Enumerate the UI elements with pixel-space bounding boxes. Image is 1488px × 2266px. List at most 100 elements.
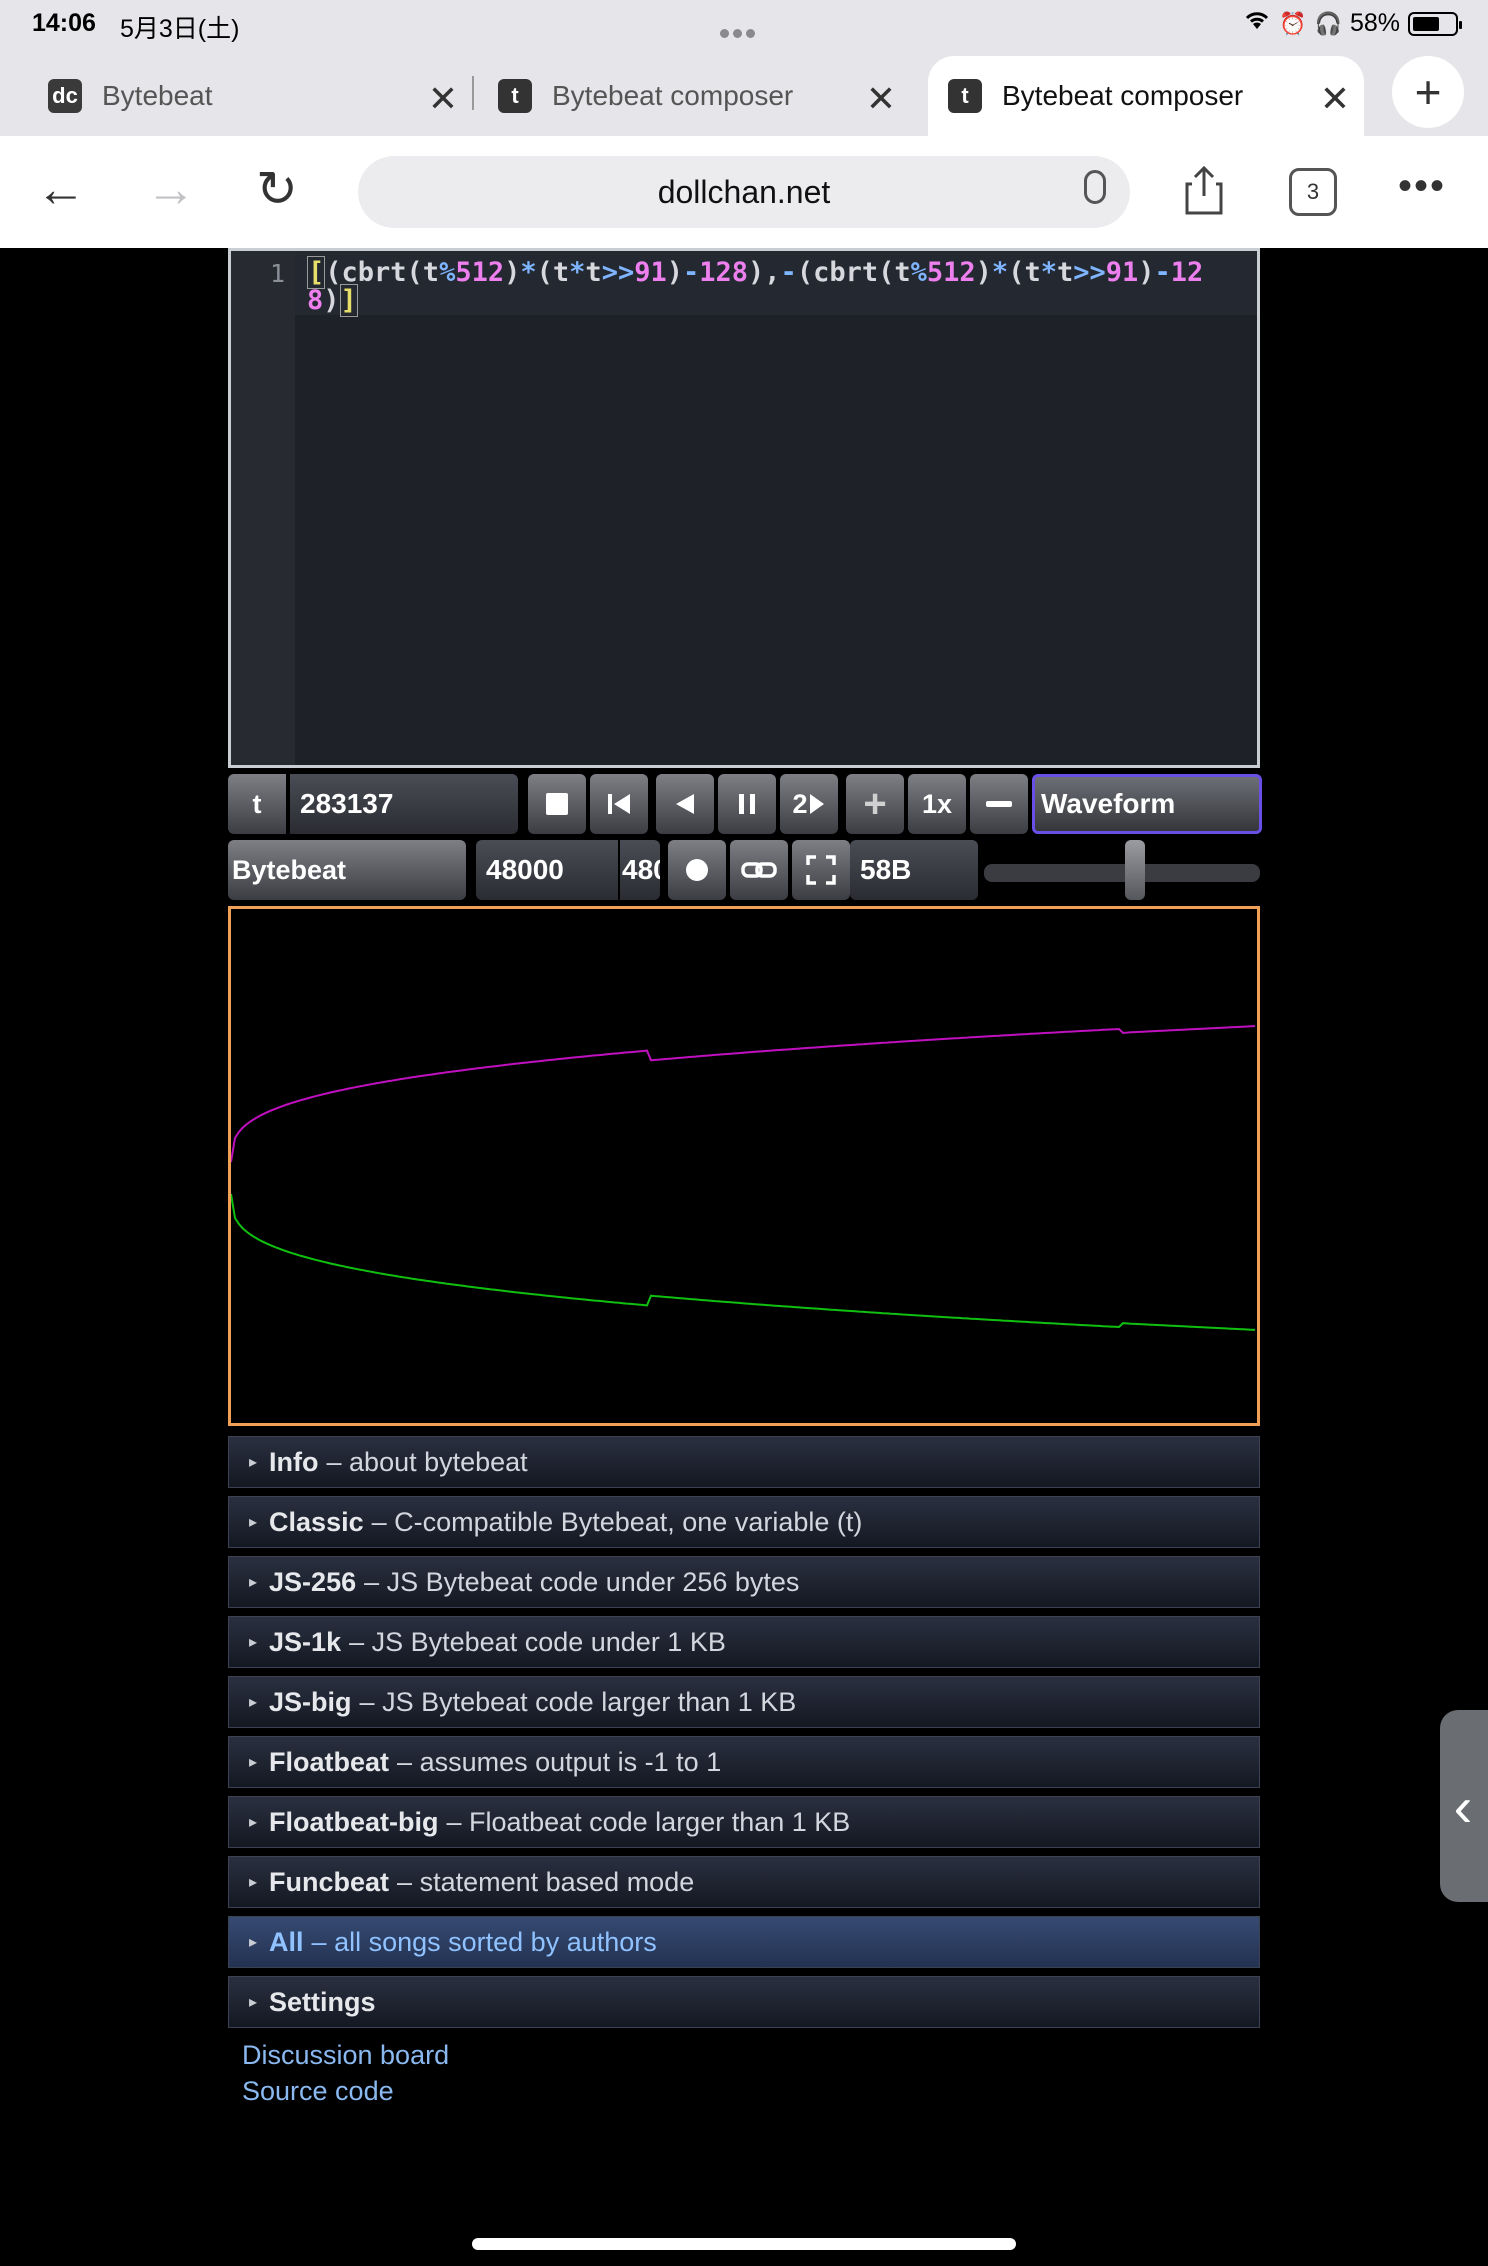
waveform-right-channel (230, 1193, 1256, 1331)
tab-bytebeat-composer-1[interactable]: t Bytebeat composer ✕ (498, 56, 896, 136)
discussion-board-link[interactable]: Discussion board (242, 2040, 449, 2071)
microphone-icon[interactable] (1084, 170, 1106, 204)
line-number: 1 (269, 259, 285, 288)
expand-triangle-icon: ▸ (249, 1994, 258, 2011)
time-unit-button[interactable]: t (228, 774, 286, 834)
battery-icon (1408, 11, 1462, 36)
skip-back-icon (608, 794, 630, 814)
copy-link-button[interactable] (730, 840, 788, 900)
time-input[interactable]: 283137 (290, 774, 518, 834)
library-item-settings[interactable]: ▸ Settings (228, 1976, 1260, 2028)
tab-count-button[interactable]: 3 (1289, 168, 1337, 216)
close-tab-icon[interactable]: ✕ (1320, 78, 1350, 120)
chevron-left-icon: ‹ (1453, 1774, 1473, 1838)
address-bar[interactable]: dollchan.net (358, 156, 1130, 228)
waveform-canvas[interactable] (228, 906, 1260, 1426)
play-reverse-button[interactable] (656, 774, 714, 834)
library-item-js-256[interactable]: ▸ JS-256 – JS Bytebeat code under 256 byt… (228, 1556, 1260, 1608)
tab-bytebeat-composer-active[interactable]: t Bytebeat composer ✕ (928, 56, 1364, 136)
tab-title: Bytebeat (102, 80, 213, 111)
mode-select[interactable]: Bytebeat (228, 840, 466, 900)
tab-separator (472, 76, 474, 110)
t-favicon-icon: t (498, 79, 532, 113)
stop-icon (546, 793, 568, 815)
plus-icon: + (863, 781, 887, 826)
tab-title: Bytebeat composer (552, 80, 794, 111)
waveform-left-channel (230, 1025, 1256, 1163)
expand-triangle-icon: ▸ (249, 1694, 258, 1711)
library-item-desc: – all songs sorted by authors (311, 1926, 657, 1957)
library-item-name: All (269, 1926, 304, 1957)
close-tab-icon[interactable]: ✕ (428, 78, 458, 120)
home-indicator[interactable] (472, 2238, 1016, 2250)
headphones-icon: 🎧 (1314, 10, 1342, 36)
play-forward-button[interactable]: 2 (780, 774, 838, 834)
library-item-classic[interactable]: ▸ Classic – C-compatible Bytebeat, one va… (228, 1496, 1260, 1548)
library-item-all[interactable]: ▸ All – all songs sorted by authors (228, 1916, 1260, 1968)
library-item-desc: – about bytebeat (326, 1446, 528, 1477)
library-item-floatbeat-big[interactable]: ▸ Floatbeat-big – Floatbeat code larger t… (228, 1796, 1260, 1848)
zoom-out-button[interactable] (970, 774, 1028, 834)
reload-icon[interactable]: ↻ (256, 164, 298, 214)
library-item-funcbeat[interactable]: ▸ Funcbeat – statement based mode (228, 1856, 1260, 1908)
status-indicators: ⏰ 🎧 58% (1243, 9, 1462, 38)
battery-percent: 58% (1349, 9, 1400, 37)
library-item-js-big[interactable]: ▸ JS-big – JS Bytebeat code larger than 1… (228, 1676, 1260, 1728)
back-arrow-icon[interactable]: ← (36, 164, 86, 214)
code-text[interactable]: [(cbrt(t%512)*(t*t>>91)-128),-(cbrt(t%51… (307, 256, 1245, 317)
alarm-icon: ⏰ (1279, 10, 1307, 36)
library-item-floatbeat[interactable]: ▸ Floatbeat – assumes output is -1 to 1 (228, 1736, 1260, 1788)
browser-toolbar: ← → ↻ dollchan.net 3 ••• (0, 136, 1488, 248)
link-icon (741, 862, 777, 878)
stop-button[interactable] (528, 774, 586, 834)
pause-button[interactable] (718, 774, 776, 834)
more-options-icon[interactable]: ••• (1398, 164, 1446, 209)
library-item-name: Funcbeat (269, 1866, 390, 1897)
sidebar-handle[interactable]: ‹ (1440, 1710, 1488, 1902)
multitasking-dots-icon[interactable] (720, 16, 759, 45)
forward-arrow-icon[interactable]: → (146, 164, 196, 214)
status-bar: 14:06 5月3日(土) ⏰ 🎧 58% (0, 0, 1488, 48)
close-tab-icon[interactable]: ✕ (866, 78, 896, 120)
library-item-name: JS-big (269, 1686, 352, 1717)
view-mode-select[interactable]: Waveform (1032, 774, 1262, 834)
sample-rate-select[interactable]: 480 (620, 840, 660, 900)
expand-triangle-icon: ▸ (249, 1634, 258, 1651)
record-icon (686, 859, 708, 881)
library-item-js-1k[interactable]: ▸ JS-1k – JS Bytebeat code under 1 KB (228, 1616, 1260, 1668)
code-editor[interactable]: 1 [(cbrt(t%512)*(t*t>>91)-128),-(cbrt(t%… (228, 248, 1260, 768)
library-item-name: JS-256 (269, 1566, 357, 1597)
library-item-desc: – Floatbeat code larger than 1 KB (446, 1806, 851, 1837)
library-item-name: Classic (269, 1506, 364, 1537)
record-button[interactable] (668, 840, 726, 900)
sample-rate-input[interactable]: 48000 (476, 840, 618, 900)
browser-chrome: 14:06 5月3日(土) ⏰ 🎧 58% dc Bytebeat ✕ t By… (0, 0, 1488, 136)
library-item-name: Floatbeat-big (269, 1806, 439, 1837)
t-favicon-icon: t (948, 79, 982, 113)
status-time: 14:06 (32, 9, 96, 37)
expand-triangle-icon: ▸ (249, 1874, 258, 1891)
share-icon[interactable] (1184, 164, 1224, 216)
expand-triangle-icon: ▸ (249, 1454, 258, 1471)
source-code-link[interactable]: Source code (242, 2076, 394, 2107)
new-tab-button[interactable]: + (1392, 56, 1464, 128)
fullscreen-button[interactable] (792, 840, 850, 900)
expand-triangle-icon: ▸ (249, 1934, 258, 1951)
wifi-icon (1243, 9, 1271, 38)
expand-triangle-icon: ▸ (249, 1514, 258, 1531)
library-item-name: JS-1k (269, 1626, 342, 1657)
tab-bytebeat[interactable]: dc Bytebeat ✕ (48, 56, 458, 136)
volume-slider[interactable] (984, 864, 1260, 882)
library-item-desc: – JS Bytebeat code larger than 1 KB (359, 1686, 797, 1717)
restart-button[interactable] (590, 774, 648, 834)
fullscreen-icon (806, 855, 836, 885)
volume-slider-handle[interactable] (1124, 840, 1145, 900)
dc-favicon-icon: dc (48, 79, 82, 113)
library-item-desc: – C-compatible Bytebeat, one variable (t… (371, 1506, 863, 1537)
library-item-desc: – assumes output is -1 to 1 (397, 1746, 722, 1777)
url-text: dollchan.net (657, 173, 831, 210)
library-item-desc: – statement based mode (397, 1866, 695, 1897)
library-item-info[interactable]: ▸ Info – about bytebeat (228, 1436, 1260, 1488)
zoom-in-button[interactable]: + (846, 774, 904, 834)
zoom-level[interactable]: 1x (908, 774, 966, 834)
